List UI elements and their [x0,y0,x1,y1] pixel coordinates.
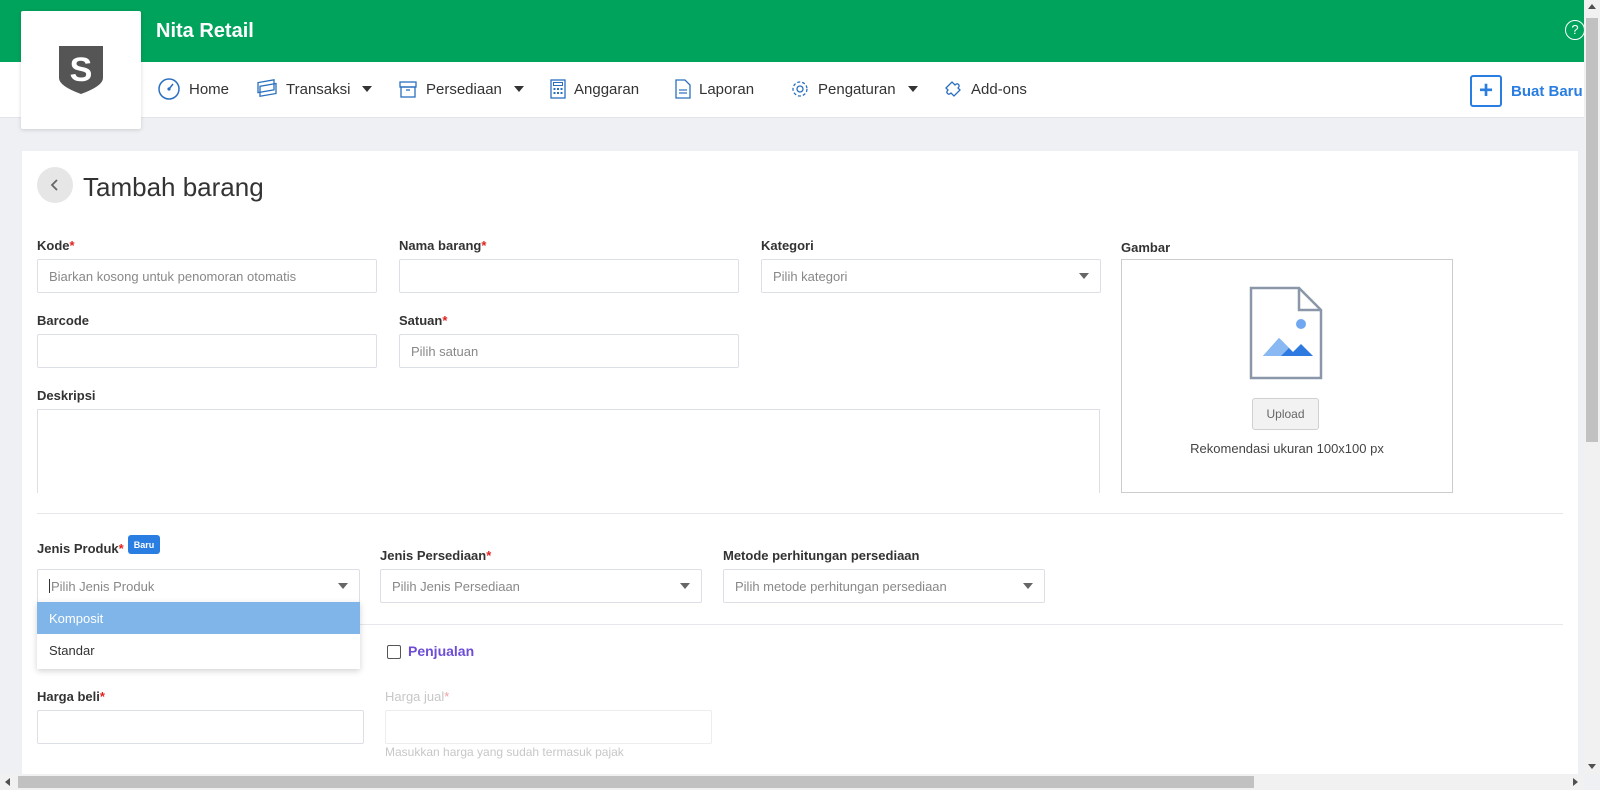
nav-laporan[interactable]: Laporan [675,78,754,100]
satuan-label: Satuan* [399,313,448,328]
nav-home-label: Home [189,80,230,98]
dropdown-caret-icon [338,583,348,589]
vertical-scroll-thumb[interactable] [1586,18,1598,442]
calculator-icon [550,79,566,99]
kategori-select[interactable]: Pilih kategori [761,259,1101,293]
penjualan-checkbox[interactable] [387,645,401,659]
dropdown-caret-icon [1023,583,1033,589]
scroll-down-arrow-icon[interactable] [1588,764,1596,769]
document-icon [675,79,691,99]
shield-logo-icon: S [59,46,103,94]
scroll-left-arrow-icon[interactable] [5,778,10,786]
jenis-persediaan-label: Jenis Persediaan* [380,548,492,563]
metode-select[interactable]: Pilih metode perhitungan persediaan [723,569,1045,603]
dropdown-caret-icon [680,583,690,589]
gear-icon [792,81,808,97]
back-button[interactable] [37,167,73,203]
kode-label: Kode* [37,238,75,253]
deskripsi-textarea[interactable] [37,409,1100,493]
logo-letter: S [70,51,93,89]
jenis-persediaan-select[interactable]: Pilih Jenis Persediaan [380,569,702,603]
deskripsi-label: Deskripsi [37,388,96,403]
puzzle-icon [945,81,961,97]
create-new-button[interactable]: + Buat Baru [1470,74,1583,108]
nav-transaksi[interactable]: Transaksi [256,78,373,100]
chevron-down-icon [513,86,524,92]
page-title: Tambah barang [83,172,264,202]
harga-jual-input [385,710,712,744]
nav-addons[interactable]: Add-ons [943,78,1027,100]
harga-jual-label: Harga jual* [385,689,450,704]
image-size-hint: Rekomendasi ukuran 100x100 px [1190,441,1384,456]
plus-icon: + [1470,75,1502,107]
nav-anggaran[interactable]: Anggaran [550,78,639,100]
kategori-label: Kategori [761,238,814,253]
nav-persediaan[interactable]: Persediaan [398,78,524,100]
scroll-right-arrow-icon[interactable] [1573,778,1578,786]
nav-transaksi-label: Transaksi [286,80,351,98]
jenis-produk-label: Jenis Produk* [37,541,124,556]
chevron-down-icon [362,86,373,92]
jenis-produk-select[interactable]: Pilih Jenis Produk [37,569,360,603]
image-placeholder-icon [1249,286,1323,380]
kode-input[interactable]: Biarkan kosong untuk penomoran otomatis [37,259,377,293]
scroll-up-arrow-icon[interactable] [1588,4,1596,9]
satuan-select[interactable]: Pilih satuan [399,334,739,368]
barcode-label: Barcode [37,313,90,328]
option-komposit[interactable]: Komposit [37,602,360,634]
gambar-label: Gambar [1121,240,1171,255]
nama-barang-label: Nama barang* [399,238,487,253]
money-icon [257,79,277,98]
jenis-produk-dropdown: Komposit Standar [37,602,360,669]
dashboard-icon [158,78,180,100]
app-title: Nita Retail [156,20,254,42]
nama-barang-input[interactable] [399,259,739,293]
nav-addons-label: Add-ons [971,80,1027,98]
nav-pengaturan-label: Pengaturan [818,80,896,98]
barcode-input[interactable] [37,334,377,368]
box-icon [399,81,417,98]
dropdown-caret-icon [1079,273,1089,279]
company-logo[interactable]: S [21,11,141,129]
chevron-left-icon [50,179,58,191]
help-icon[interactable]: ? [1565,20,1585,40]
horizontal-scroll-thumb[interactable] [18,776,1254,788]
nav-pengaturan[interactable]: Pengaturan [790,78,918,100]
text-cursor [49,579,50,593]
option-standar[interactable]: Standar [37,634,360,666]
penjualan-label[interactable]: Penjualan [408,643,474,659]
chevron-down-icon [907,86,918,92]
nav-persediaan-label: Persediaan [426,80,502,98]
nav-home[interactable]: Home [157,78,229,100]
harga-jual-hint: Masukkan harga yang sudah termasuk pajak [385,745,624,759]
harga-beli-input[interactable] [37,710,364,744]
create-new-label: Buat Baru [1511,82,1583,100]
nav-laporan-label: Laporan [699,80,755,98]
new-badge: Baru [128,535,160,554]
nav-anggaran-label: Anggaran [574,80,640,98]
section-divider [37,513,1563,514]
upload-button[interactable]: Upload [1252,398,1319,430]
metode-label: Metode perhitungan persediaan [723,548,920,563]
harga-beli-label: Harga beli* [37,689,105,704]
